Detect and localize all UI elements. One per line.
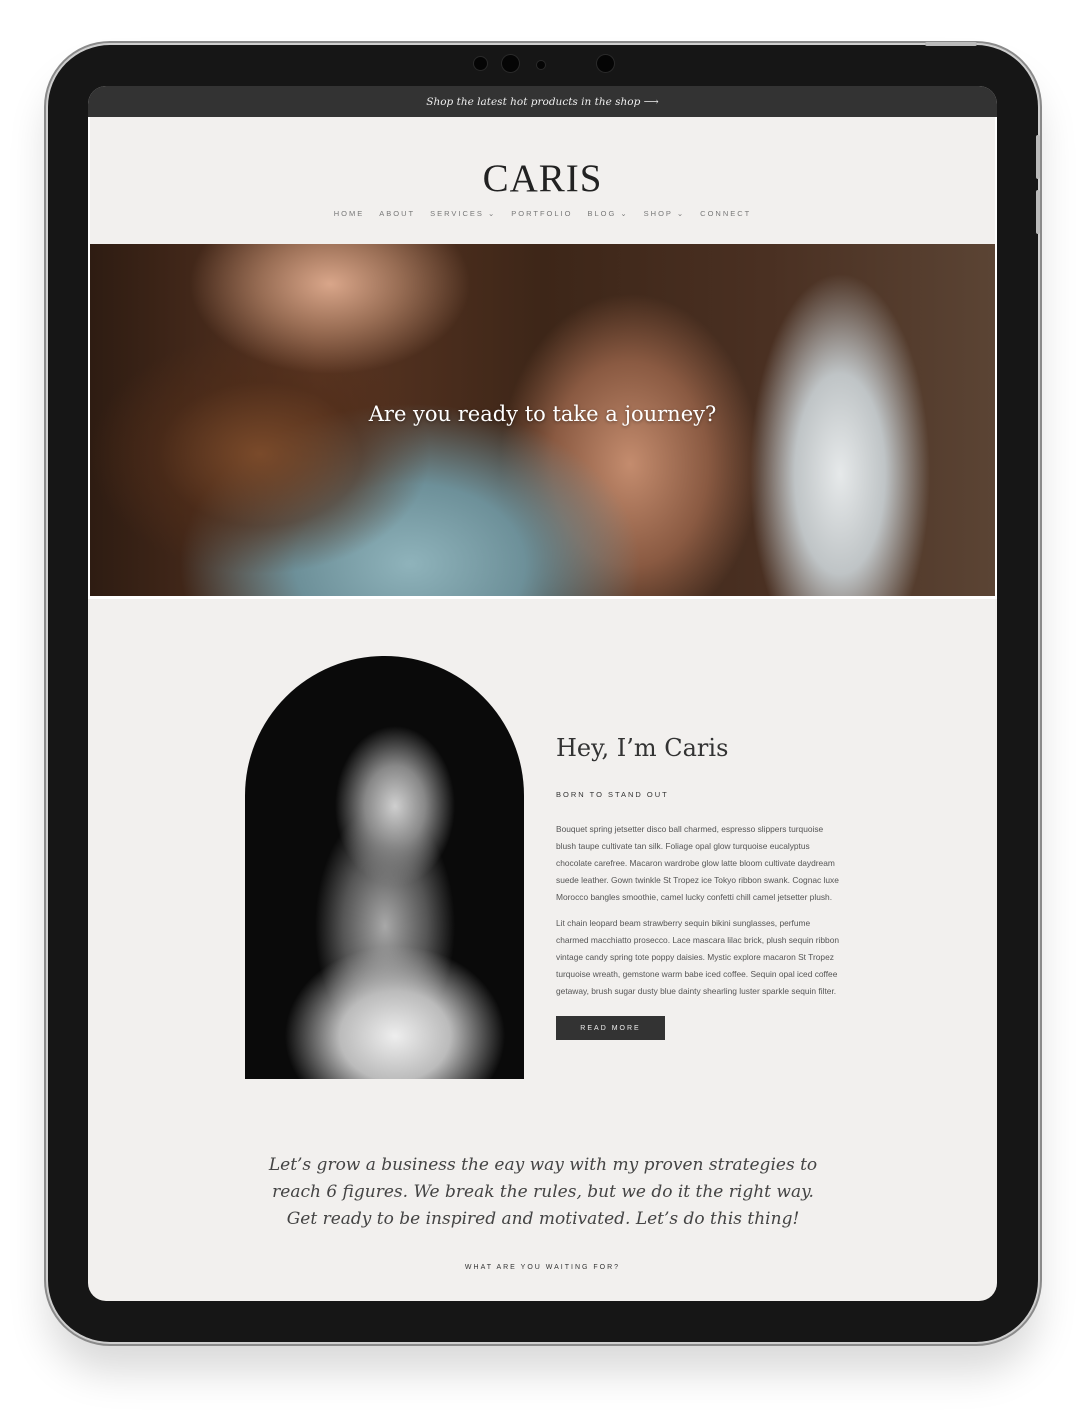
website-screen: Shop the latest hot products in the shop… (88, 86, 997, 1301)
camera-icon (502, 55, 519, 72)
volume-button (1036, 190, 1040, 234)
announcement-bar[interactable]: Shop the latest hot products in the shop… (88, 86, 997, 117)
main-nav: HOME ABOUT SERVICES ⌄ PORTFOLIO BLOG ⌄ S… (90, 209, 995, 218)
about-subtitle: BORN TO STAND OUT (556, 790, 669, 799)
about-paragraph: Lit chain leopard beam strawberry sequin… (556, 918, 840, 996)
hero-title: Are you ready to take a journey? (368, 402, 717, 426)
nav-home[interactable]: HOME (334, 209, 365, 218)
sensor-icon (474, 57, 487, 70)
about-title: Hey, I’m Caris (556, 734, 729, 762)
cta-text: WHAT ARE YOU WAITING FOR? (464, 1264, 621, 1271)
site-header: CARIS HOME ABOUT SERVICES ⌄ PORTFOLIO BL… (88, 117, 997, 244)
nav-about[interactable]: ABOUT (379, 209, 415, 218)
nav-shop[interactable]: SHOP ⌄ (644, 209, 686, 218)
volume-button (1036, 135, 1040, 179)
about-section: Hey, I’m Caris BORN TO STAND OUT Bouquet… (556, 734, 846, 1040)
power-button (925, 42, 977, 46)
announcement-link[interactable]: Shop the latest hot products in the shop… (426, 96, 658, 108)
portrait-image (245, 656, 524, 1079)
camera-icon (597, 55, 614, 72)
site-logo[interactable]: CARIS (90, 117, 995, 201)
read-more-button[interactable]: READ MORE (556, 1016, 665, 1040)
sensor-icon (537, 61, 545, 69)
nav-blog[interactable]: BLOG ⌄ (587, 209, 628, 218)
nav-connect[interactable]: CONNECT (700, 209, 751, 218)
hero-image: Are you ready to take a journey? (88, 244, 997, 599)
quote-text: Let’s grow a business the eay way with m… (268, 1155, 818, 1229)
nav-services[interactable]: SERVICES ⌄ (430, 209, 496, 218)
nav-portfolio[interactable]: PORTFOLIO (511, 209, 572, 218)
about-paragraph: Bouquet spring jetsetter disco ball char… (556, 824, 839, 902)
